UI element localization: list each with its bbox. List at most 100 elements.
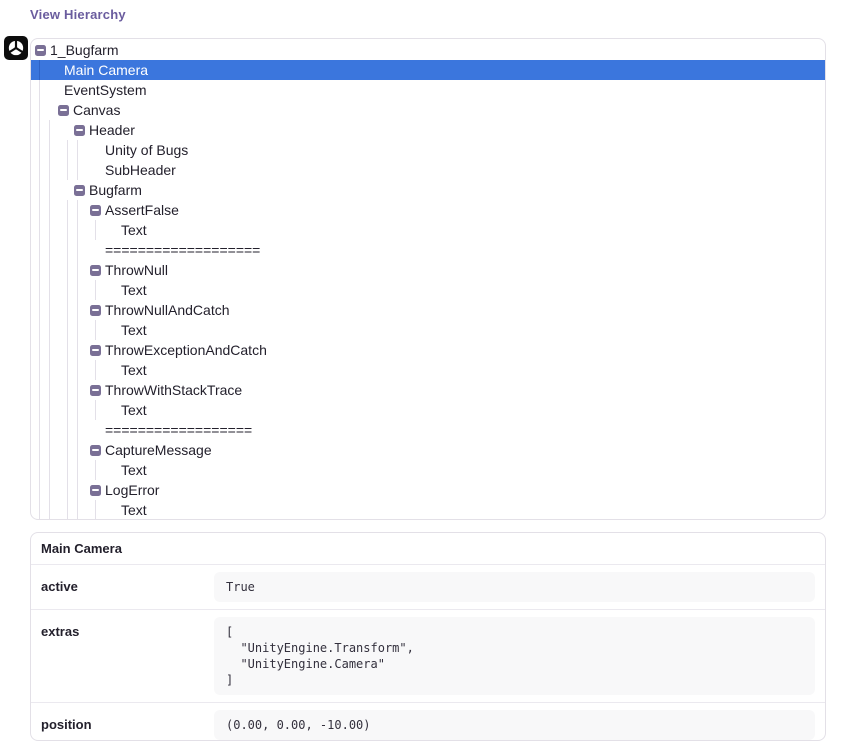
collapse-minus-icon[interactable] bbox=[90, 445, 101, 456]
indent-guide bbox=[67, 240, 68, 260]
indent-guide bbox=[49, 280, 50, 300]
detail-row-active: activeTrue bbox=[31, 564, 825, 609]
tree-node-label: Header bbox=[89, 122, 135, 138]
tree-node-main-camera[interactable]: Main Camera bbox=[31, 60, 825, 80]
tree-node-text[interactable]: Text bbox=[31, 400, 825, 420]
tree-node-text[interactable]: Text bbox=[31, 220, 825, 240]
indent-guide bbox=[95, 220, 96, 240]
tree-node-throwexceptionandcatch[interactable]: ThrowExceptionAndCatch bbox=[31, 340, 825, 360]
indent-guide bbox=[49, 120, 50, 140]
indent-guide bbox=[39, 100, 40, 120]
indent-guide bbox=[67, 500, 68, 520]
collapse-minus-icon[interactable] bbox=[90, 265, 101, 276]
indent-guide bbox=[39, 260, 40, 280]
tree-node-label: Text bbox=[121, 222, 147, 238]
indent-guide bbox=[39, 400, 40, 420]
detail-key: active bbox=[41, 572, 214, 594]
indent-guide bbox=[39, 300, 40, 320]
indent-guide bbox=[49, 400, 50, 420]
tree-node-text[interactable]: Text bbox=[31, 460, 825, 480]
tree-node-header[interactable]: Header bbox=[31, 120, 825, 140]
details-title: Main Camera bbox=[31, 533, 825, 564]
tree-node-logerror[interactable]: LogError bbox=[31, 480, 825, 500]
indent-guide bbox=[49, 500, 50, 520]
unity-logo-icon bbox=[4, 36, 28, 60]
indent-guide bbox=[67, 200, 68, 220]
tree-node-label: SubHeader bbox=[105, 162, 176, 178]
collapse-minus-icon[interactable] bbox=[90, 485, 101, 496]
indent-guide bbox=[39, 440, 40, 460]
indent-guide bbox=[77, 260, 78, 280]
tree-node-text[interactable]: Text bbox=[31, 360, 825, 380]
indent-guide bbox=[67, 380, 68, 400]
tree-node-divider[interactable]: ================== bbox=[31, 420, 825, 440]
indent-guide bbox=[39, 160, 40, 180]
tree-node-label: LogError bbox=[105, 482, 159, 498]
indent-guide bbox=[49, 220, 50, 240]
tree-node-divider[interactable]: =================== bbox=[31, 240, 825, 260]
indent-guide bbox=[39, 240, 40, 260]
collapse-minus-icon[interactable] bbox=[90, 305, 101, 316]
tree-node-canvas[interactable]: Canvas bbox=[31, 100, 825, 120]
collapse-minus-icon[interactable] bbox=[35, 45, 46, 56]
indent-guide bbox=[95, 460, 96, 480]
tree-node-throwwithstacktrace[interactable]: ThrowWithStackTrace bbox=[31, 380, 825, 400]
tree-node-thrownullandcatch[interactable]: ThrowNullAndCatch bbox=[31, 300, 825, 320]
tree-node-1-bugfarm[interactable]: 1_Bugfarm bbox=[31, 40, 825, 60]
indent-guide bbox=[39, 280, 40, 300]
indent-guide bbox=[67, 300, 68, 320]
tree-node-assertfalse[interactable]: AssertFalse bbox=[31, 200, 825, 220]
tree-node-unity-of-bugs[interactable]: Unity of Bugs bbox=[31, 140, 825, 160]
tree-node-thrownull[interactable]: ThrowNull bbox=[31, 260, 825, 280]
indent-guide bbox=[77, 480, 78, 500]
indent-guide bbox=[39, 140, 40, 160]
collapse-minus-icon[interactable] bbox=[90, 385, 101, 396]
indent-guide bbox=[39, 180, 40, 200]
tree-node-text[interactable]: Text bbox=[31, 280, 825, 300]
tree-node-text[interactable]: Text bbox=[31, 320, 825, 340]
indent-guide bbox=[77, 280, 78, 300]
detail-row-position: position(0.00, 0.00, -10.00) bbox=[31, 702, 825, 741]
tree-node-label: Canvas bbox=[73, 102, 120, 118]
tree-node-label: ================== bbox=[105, 422, 252, 438]
indent-guide bbox=[95, 400, 96, 420]
indent-guide bbox=[39, 360, 40, 380]
tree-node-label: EventSystem bbox=[64, 82, 146, 98]
indent-guide bbox=[49, 440, 50, 460]
tree-node-label: Text bbox=[121, 282, 147, 298]
indent-guide bbox=[77, 340, 78, 360]
indent-guide bbox=[67, 440, 68, 460]
indent-guide bbox=[49, 240, 50, 260]
indent-guide bbox=[67, 260, 68, 280]
indent-guide bbox=[67, 320, 68, 340]
collapse-minus-icon[interactable] bbox=[90, 205, 101, 216]
collapse-minus-icon[interactable] bbox=[90, 345, 101, 356]
indent-guide bbox=[39, 320, 40, 340]
indent-guide bbox=[77, 460, 78, 480]
indent-guide bbox=[67, 340, 68, 360]
tree-node-label: Text bbox=[121, 462, 147, 478]
tree-node-eventsystem[interactable]: EventSystem bbox=[31, 80, 825, 100]
tree-node-capturemessage[interactable]: CaptureMessage bbox=[31, 440, 825, 460]
indent-guide bbox=[77, 200, 78, 220]
indent-guide bbox=[67, 360, 68, 380]
indent-guide bbox=[39, 220, 40, 240]
indent-guide bbox=[39, 200, 40, 220]
tree-node-label: ThrowWithStackTrace bbox=[105, 382, 242, 398]
indent-guide bbox=[39, 460, 40, 480]
detail-value: [ "UnityEngine.Transform", "UnityEngine.… bbox=[214, 617, 815, 695]
indent-guide bbox=[39, 480, 40, 500]
detail-value: True bbox=[214, 572, 815, 602]
collapse-minus-icon[interactable] bbox=[74, 185, 85, 196]
indent-guide bbox=[49, 480, 50, 500]
tree-node-label: AssertFalse bbox=[105, 202, 179, 218]
detail-key: extras bbox=[41, 617, 214, 639]
tree-node-bugfarm[interactable]: Bugfarm bbox=[31, 180, 825, 200]
tree-node-subheader[interactable]: SubHeader bbox=[31, 160, 825, 180]
collapse-minus-icon[interactable] bbox=[74, 125, 85, 136]
indent-guide bbox=[39, 380, 40, 400]
tree-node-text[interactable]: Text bbox=[31, 500, 825, 520]
collapse-minus-icon[interactable] bbox=[58, 105, 69, 116]
indent-guide bbox=[49, 360, 50, 380]
indent-guide bbox=[77, 420, 78, 440]
